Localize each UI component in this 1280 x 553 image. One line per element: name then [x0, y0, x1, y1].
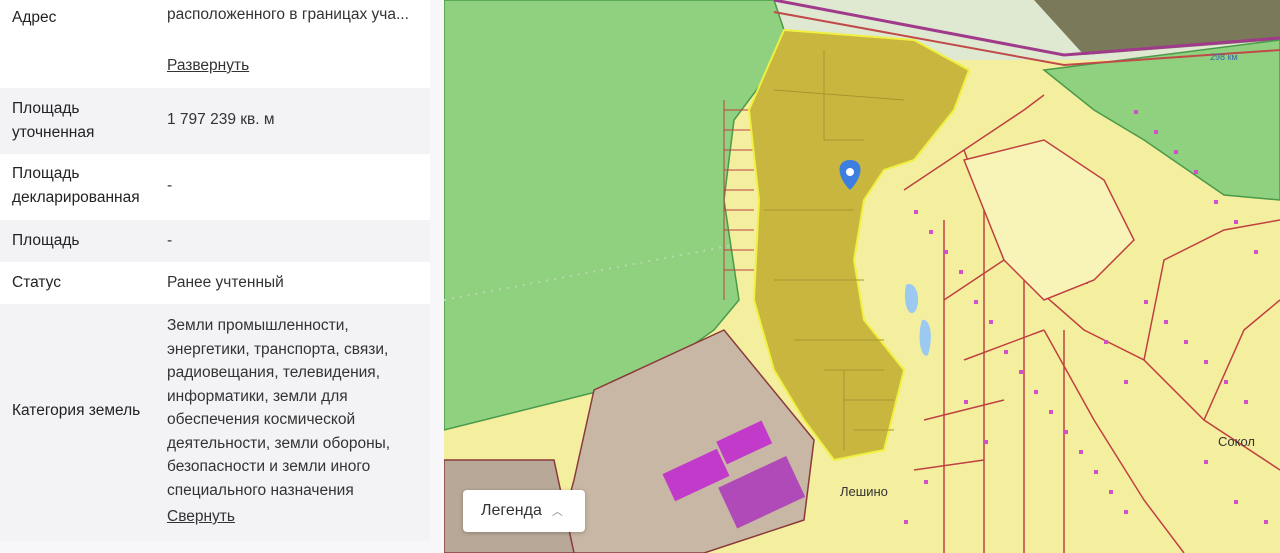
info-rows: Адрес расположенного в границах уча... Р…	[0, 0, 430, 541]
row-category: Категория земель Земли промышленности, э…	[0, 304, 430, 541]
collapse-link[interactable]: Свернуть	[167, 505, 417, 529]
km-label: 298 км	[1210, 52, 1238, 62]
label-category: Категория земель	[12, 402, 141, 419]
expand-link[interactable]: Развернуть	[167, 54, 417, 78]
row-area: Площадь -	[0, 220, 430, 262]
label-area-declared: Площадь декларированная	[12, 165, 140, 206]
row-area-declared: Площадь декларированная -	[0, 154, 430, 220]
legend-label: Легенда	[481, 502, 542, 519]
label-status: Статус	[12, 274, 61, 291]
value-category: Земли промышленности, энергетики, трансп…	[167, 317, 391, 499]
label-area-precise: Площадь уточненная	[12, 100, 95, 141]
label-address: Адрес	[12, 9, 57, 26]
map-canvas[interactable]	[444, 0, 1280, 553]
place-label-sokol: Сокол	[1218, 434, 1255, 449]
row-area-precise: Площадь уточненная 1 797 239 кв. м	[0, 88, 430, 154]
cadastral-map[interactable]: 298 км Лешино Сокол	[444, 0, 1280, 553]
value-area: -	[167, 232, 173, 249]
legend-button[interactable]: Легенда ︿	[463, 490, 585, 532]
value-area-precise: 1 797 239 кв. м	[167, 111, 275, 128]
row-status: Статус Ранее учтенный	[0, 262, 430, 304]
label-area: Площадь	[12, 232, 80, 249]
chevron-up-icon: ︿	[551, 506, 563, 518]
row-address: Адрес расположенного в границах уча... Р…	[0, 0, 430, 88]
value-address: расположенного в границах уча...	[167, 6, 409, 23]
value-status: Ранее учтенный	[167, 274, 284, 291]
place-label-leshino: Лешино	[840, 484, 888, 499]
info-panel: Адрес расположенного в границах уча... Р…	[0, 0, 444, 553]
value-area-declared: -	[167, 177, 173, 194]
